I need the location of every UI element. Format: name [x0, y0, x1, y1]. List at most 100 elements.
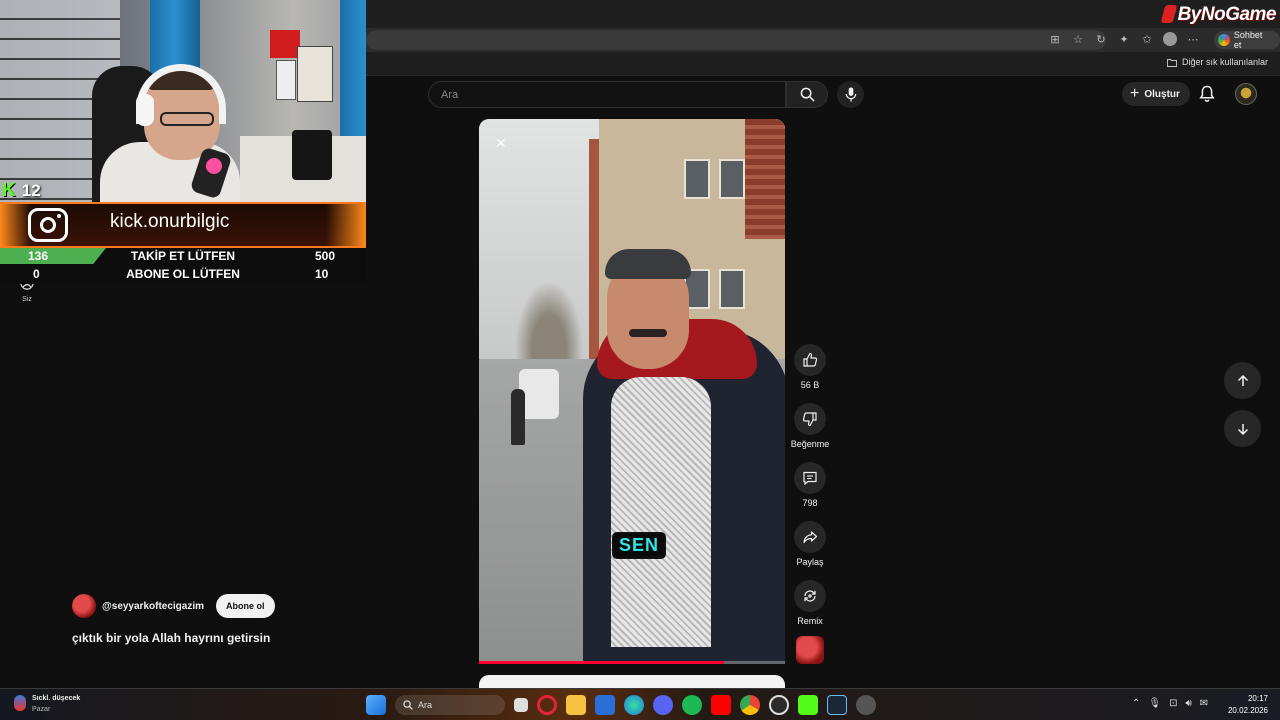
taskbar-search-placeholder: Ara — [418, 700, 433, 710]
comments-button[interactable] — [794, 462, 826, 494]
video-caption: SEN — [612, 532, 667, 559]
instagram-icon — [28, 208, 68, 242]
thumbs-down-icon — [802, 412, 817, 427]
video-man-hair — [605, 249, 691, 279]
taskbar-clock[interactable]: 20:17 20.02.2026 — [1228, 693, 1268, 717]
share-action[interactable]: Paylaş — [790, 521, 830, 567]
more-menu-icon[interactable]: ⋯ — [1186, 32, 1200, 46]
channel-avatar[interactable] — [72, 594, 96, 618]
comments-action[interactable]: 798 — [790, 462, 830, 508]
steam-icon[interactable] — [827, 695, 847, 715]
extensions-icon[interactable]: ✦ — [1117, 32, 1131, 46]
capcut-logo-icon: ✕ — [495, 135, 507, 151]
video-title[interactable]: çıktık bir yola Allah hayrını getirsin — [72, 631, 270, 645]
account-avatar[interactable] — [1235, 83, 1257, 105]
copilot-chat-button[interactable]: Sohbet et — [1214, 30, 1280, 50]
goal-subscribe-target: 10 — [315, 267, 329, 281]
like-action[interactable]: 56 B — [790, 344, 830, 390]
search-input[interactable]: Ara — [428, 81, 786, 108]
notifications-bell-icon[interactable] — [1199, 85, 1215, 103]
remix-button[interactable] — [794, 580, 826, 612]
video-window — [684, 159, 710, 199]
folder-icon — [1167, 58, 1177, 67]
tray-chat-icon[interactable]: ✉︎ — [1200, 698, 1208, 709]
next-short-button[interactable] — [1224, 410, 1261, 447]
shorts-video-player[interactable]: ✕ SEN — [479, 119, 785, 664]
youtube-app-icon[interactable] — [711, 695, 731, 715]
video-window — [719, 159, 745, 199]
opera-icon[interactable] — [537, 695, 557, 715]
banner-glow-right — [326, 204, 366, 246]
windows-taskbar: Sıckl. düşecek Pazar Ara ⌃ 🎙︎ ⊡ 🔊︎ ✉︎ 20… — [0, 688, 1280, 720]
taskbar-search-icon — [403, 700, 413, 710]
taskbar-apps: Ara — [366, 695, 876, 715]
create-button[interactable]: + Oluştur — [1122, 82, 1190, 106]
taskbar-search[interactable]: Ara — [395, 695, 505, 715]
browser-profile-avatar[interactable] — [1163, 32, 1177, 46]
webcam-overlay: K 12 — [0, 0, 366, 206]
video-progress-bar[interactable] — [479, 661, 724, 664]
edge-icon[interactable] — [624, 695, 644, 715]
remix-label: Remix — [797, 616, 823, 626]
search-placeholder: Ara — [441, 89, 459, 101]
previous-short-button[interactable] — [1224, 362, 1261, 399]
tray-chevron-icon[interactable]: ⌃ — [1132, 698, 1140, 709]
cam-mic-light — [206, 158, 222, 174]
voice-search-button[interactable] — [837, 81, 864, 108]
tray-mic-icon[interactable]: 🎙︎ — [1148, 698, 1161, 709]
remix-action[interactable]: Remix — [790, 580, 830, 626]
screen: ⊞ ☆ ↻ ✦ ✩ ⋯ Sohbet et ByNoGame Diğer sık… — [0, 0, 1280, 720]
comment-count: 798 — [802, 498, 818, 508]
copilot-icon — [1218, 34, 1230, 46]
share-button[interactable] — [794, 521, 826, 553]
windows-start-icon[interactable] — [366, 695, 386, 715]
cam-flag — [270, 30, 300, 58]
settings-gear-icon[interactable] — [856, 695, 876, 715]
search-button[interactable] — [786, 81, 828, 108]
clock-time: 20:17 — [1247, 694, 1268, 703]
tray-network-icon[interactable]: ⊡ — [1169, 698, 1177, 709]
cam-poster — [297, 46, 333, 102]
cam-curtain-right — [340, 0, 366, 140]
comment-icon — [803, 471, 817, 486]
kick-viewer-count: 12 — [21, 181, 41, 200]
favorite-star-icon[interactable]: ☆ — [1071, 32, 1085, 46]
social-banner: kick.onurbilgic — [0, 202, 366, 248]
tray-volume-icon[interactable]: 🔊︎ — [1185, 698, 1191, 709]
obs-icon[interactable] — [769, 695, 789, 715]
sound-source-avatar[interactable] — [796, 636, 824, 664]
brand-watermark: ByNoGame — [1160, 4, 1277, 26]
video-car — [519, 369, 559, 419]
sidebar-item-you-label: Siz — [22, 296, 32, 303]
weather-subtitle: Pazar — [32, 706, 51, 713]
refresh-icon[interactable]: ↻ — [1094, 32, 1108, 46]
dislike-action[interactable]: Beğenme — [790, 403, 830, 449]
kick-logo-icon: K — [2, 180, 16, 201]
dislike-label: Beğenme — [790, 439, 830, 449]
address-bar[interactable] — [366, 30, 1106, 50]
dislike-button[interactable] — [794, 403, 826, 435]
clock-date: 20.02.2026 — [1227, 706, 1268, 715]
channel-handle[interactable]: @seyyarkoftecigazim — [102, 601, 204, 612]
spotify-icon[interactable] — [682, 695, 702, 715]
app-install-icon[interactable]: ⊞ — [1048, 32, 1062, 46]
weather-widget[interactable]: Sıckl. düşecek Pazar — [14, 693, 80, 715]
file-explorer-icon[interactable] — [566, 695, 586, 715]
system-tray: ⌃ 🎙︎ ⊡ 🔊︎ ✉︎ — [1132, 698, 1208, 709]
store-icon[interactable] — [595, 695, 615, 715]
discord-icon[interactable] — [653, 695, 673, 715]
favorites-icon[interactable]: ✩ — [1140, 32, 1154, 46]
kick-app-icon[interactable] — [798, 695, 818, 715]
other-bookmarks[interactable]: Diğer sık kullanılanlar — [1167, 57, 1268, 67]
browser-toolbar-icons: ⊞ ☆ ↻ ✦ ✩ ⋯ — [1048, 32, 1200, 46]
weather-text: Sıckl. düşecek Pazar — [32, 693, 80, 715]
other-bookmarks-label: Diğer sık kullanılanlar — [1181, 57, 1268, 67]
goal-follow-label: TAKİP ET LÜTFEN — [130, 249, 236, 263]
subscribe-button[interactable]: Abone ol — [216, 594, 275, 618]
video-man-sweater — [611, 377, 711, 647]
chrome-icon[interactable] — [740, 695, 760, 715]
like-button[interactable] — [794, 344, 826, 376]
create-label: Oluştur — [1144, 88, 1180, 100]
goal-subscribe: 0 ABONE OL LÜTFEN 10 — [0, 266, 366, 284]
task-view-icon[interactable] — [514, 698, 528, 712]
